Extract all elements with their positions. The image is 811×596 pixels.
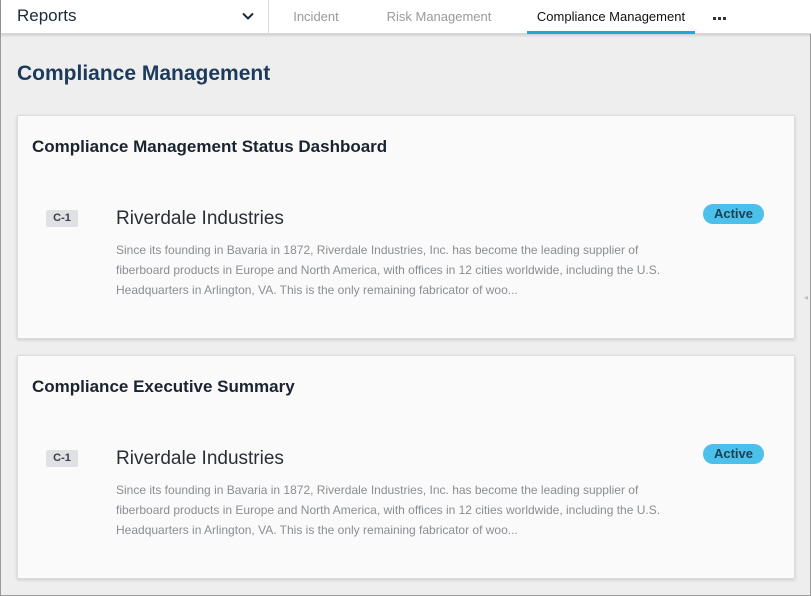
app-window: Reports Incident Risk Management Complia…: [0, 0, 811, 596]
record-id-badge: C-1: [46, 450, 78, 467]
card-title[interactable]: Compliance Management Status Dashboard: [32, 137, 387, 157]
list-item[interactable]: C-1 Riverdale Industries Since its found…: [18, 202, 796, 302]
status-badge: Active: [703, 204, 764, 224]
record-name: Riverdale Industries: [116, 208, 284, 229]
card-title[interactable]: Compliance Executive Summary: [32, 377, 295, 397]
page-title: Compliance Management: [17, 62, 271, 85]
record-id-badge: C-1: [46, 210, 78, 227]
scroll-indicator-icon[interactable]: ◂: [804, 293, 810, 302]
record-description: Since its founding in Bavaria in 1872, R…: [116, 243, 661, 297]
report-card: Compliance Management Status Dashboard C…: [17, 115, 795, 339]
report-card: Compliance Executive Summary C-1 Riverda…: [17, 355, 795, 579]
tab-compliance-management[interactable]: Compliance Management: [527, 0, 695, 34]
list-item[interactable]: C-1 Riverdale Industries Since its found…: [18, 442, 796, 542]
chevron-down-icon: [242, 12, 254, 20]
status-badge: Active: [703, 444, 764, 464]
reports-dropdown[interactable]: Reports: [1, 0, 269, 33]
ellipsis-icon[interactable]: [713, 13, 729, 21]
reports-dropdown-label: Reports: [17, 6, 77, 25]
tab-incident[interactable]: Incident: [281, 0, 351, 33]
tab-risk-management[interactable]: Risk Management: [379, 0, 499, 33]
record-name: Riverdale Industries: [116, 448, 284, 469]
top-navigation-bar: Reports Incident Risk Management Complia…: [1, 0, 811, 34]
record-description: Since its founding in Bavaria in 1872, R…: [116, 483, 661, 537]
